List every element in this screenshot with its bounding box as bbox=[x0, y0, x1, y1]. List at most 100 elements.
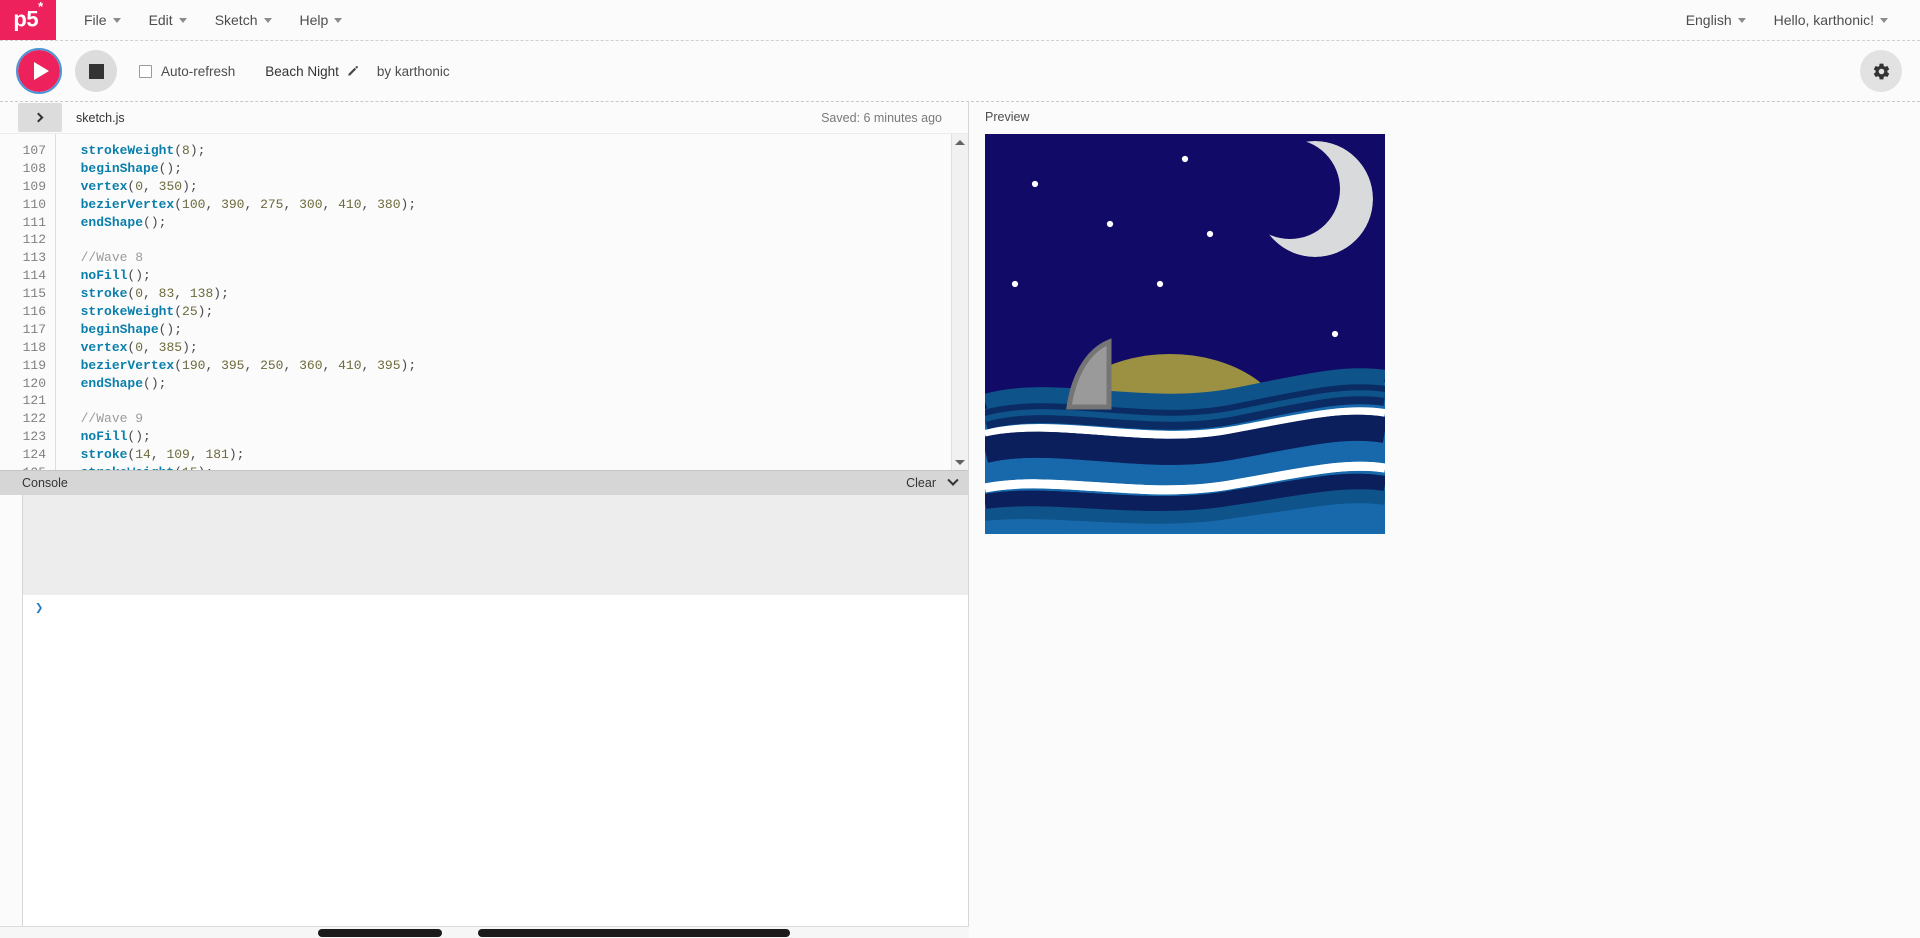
code-line[interactable]: bezierVertex(100, 390, 275, 300, 410, 38… bbox=[65, 196, 951, 214]
code-line[interactable]: //Wave 8 bbox=[65, 249, 951, 267]
code-line[interactable]: strokeWeight(25); bbox=[65, 303, 951, 321]
code-line[interactable]: beginShape(); bbox=[65, 160, 951, 178]
stop-button[interactable] bbox=[75, 50, 117, 92]
preview-column: Preview bbox=[969, 102, 1920, 938]
code-line[interactable]: strokeWeight(8); bbox=[65, 142, 951, 160]
code-line[interactable] bbox=[65, 231, 951, 249]
console-input-row[interactable]: ❯ bbox=[22, 595, 968, 938]
line-number: 123 bbox=[22, 429, 46, 445]
play-icon bbox=[33, 62, 49, 80]
sidebar-toggle-button[interactable] bbox=[18, 103, 62, 132]
code-line[interactable]: noFill(); bbox=[65, 267, 951, 285]
line-number: 115 bbox=[22, 286, 46, 302]
code-scroll-region[interactable]: 107 108 109 110 111 112 113 114 115 116 117 118 119 1… bbox=[0, 134, 951, 470]
account-menu[interactable]: Hello, karthonic! bbox=[1760, 0, 1902, 41]
sketch-name-group[interactable]: Beach Night bbox=[265, 64, 359, 79]
line-number: 109 bbox=[22, 178, 46, 194]
code-token: beginShape bbox=[80, 321, 159, 337]
code-token: , bbox=[361, 357, 378, 373]
console-clear-group[interactable]: Clear bbox=[906, 474, 959, 490]
menu-help[interactable]: Help bbox=[286, 0, 357, 41]
code-line[interactable]: bezierVertex(190, 395, 250, 360, 410, 39… bbox=[65, 357, 951, 375]
code-token: , bbox=[322, 196, 339, 212]
code-line[interactable] bbox=[65, 392, 951, 410]
sketch-canvas-container[interactable] bbox=[985, 134, 1385, 534]
code-line[interactable]: stroke(14, 109, 181); bbox=[65, 446, 951, 464]
account-label: Hello, karthonic! bbox=[1773, 12, 1874, 28]
menu-sketch[interactable]: Sketch bbox=[201, 0, 286, 41]
code-token: endShape bbox=[80, 375, 144, 391]
gear-icon bbox=[1873, 63, 1889, 79]
star bbox=[1106, 220, 1114, 228]
code-token: 138 bbox=[189, 286, 214, 302]
code-line[interactable]: vertex(0, 385); bbox=[65, 339, 951, 357]
language-selector[interactable]: English bbox=[1672, 0, 1760, 41]
run-button[interactable] bbox=[16, 48, 62, 94]
auto-refresh-toggle[interactable]: Auto-refresh bbox=[139, 64, 235, 79]
page-horizontal-scrollbar[interactable] bbox=[0, 926, 969, 938]
code-line[interactable]: //Wave 9 bbox=[65, 410, 951, 428]
code-token: , bbox=[174, 286, 190, 302]
code-token: vertex bbox=[80, 178, 128, 194]
menu-file[interactable]: File bbox=[70, 0, 135, 41]
menu-edit[interactable]: Edit bbox=[135, 0, 201, 41]
chevron-down-icon bbox=[178, 17, 187, 23]
chevron-down-icon bbox=[1880, 17, 1888, 23]
tab-sketch-js[interactable]: sketch.js bbox=[62, 102, 139, 133]
code-token: ( bbox=[174, 357, 183, 373]
code-editor[interactable]: 107 108 109 110 111 112 113 114 115 116 117 118 119 1… bbox=[0, 134, 968, 470]
code-token: 275 bbox=[260, 196, 284, 212]
stop-icon bbox=[88, 63, 104, 79]
p5-logo[interactable]: p5* bbox=[0, 0, 56, 40]
star bbox=[1331, 330, 1339, 338]
code-token: 0 bbox=[135, 339, 144, 355]
code-token: 250 bbox=[260, 357, 284, 373]
code-token: strokeWeight bbox=[81, 465, 175, 470]
menu-edit-label: Edit bbox=[148, 12, 173, 28]
code-token: 395 bbox=[377, 357, 401, 373]
code-token: 395 bbox=[221, 357, 245, 373]
code-line[interactable]: strokeWeight(15); bbox=[65, 464, 951, 470]
auto-refresh-checkbox[interactable] bbox=[139, 64, 152, 78]
console-clear-button[interactable]: Clear bbox=[906, 476, 936, 490]
code-token: (); bbox=[143, 214, 167, 230]
chevron-down-icon[interactable] bbox=[947, 474, 959, 486]
code-line[interactable]: noFill(); bbox=[65, 428, 951, 446]
menu-file-label: File bbox=[84, 12, 107, 28]
settings-button[interactable] bbox=[1860, 50, 1902, 92]
star bbox=[1011, 280, 1019, 288]
code-token: , bbox=[205, 196, 222, 212]
code-content[interactable]: strokeWeight(8); beginShape(); vertex(0,… bbox=[56, 134, 951, 470]
code-token: bezierVertex bbox=[80, 357, 175, 373]
code-line[interactable]: beginShape(); bbox=[65, 321, 951, 339]
top-navigation-bar: p5* File Edit Sketch Help English Hello,… bbox=[0, 0, 1920, 41]
console-header[interactable]: Console Clear bbox=[0, 470, 968, 495]
sketch-canvas[interactable] bbox=[985, 134, 1385, 534]
star bbox=[1206, 230, 1214, 238]
code-token: , bbox=[143, 339, 159, 355]
scrollbar-thumb-left[interactable] bbox=[318, 929, 442, 937]
code-token: 385 bbox=[158, 339, 183, 355]
editor-column: sketch.js Saved: 6 minutes ago 107 108 109… bbox=[0, 102, 969, 938]
code-token: bezierVertex bbox=[80, 196, 175, 212]
code-token: , bbox=[143, 286, 159, 302]
code-line[interactable]: endShape(); bbox=[65, 375, 951, 393]
pencil-icon[interactable] bbox=[346, 65, 359, 78]
code-token: beginShape bbox=[80, 160, 159, 176]
line-number: 118 bbox=[22, 339, 46, 355]
code-line[interactable]: endShape(); bbox=[65, 214, 951, 232]
code-line[interactable]: stroke(0, 83, 138); bbox=[65, 285, 951, 303]
code-token: ); bbox=[197, 304, 214, 320]
scroll-down-arrow[interactable] bbox=[952, 454, 969, 470]
scrollbar-thumb-right[interactable] bbox=[478, 929, 790, 937]
code-token: 14 bbox=[135, 447, 151, 463]
code-token: , bbox=[205, 357, 222, 373]
scrollbar-track[interactable] bbox=[952, 150, 969, 454]
code-token: , bbox=[143, 178, 159, 194]
code-token: noFill bbox=[80, 429, 128, 445]
code-token: 380 bbox=[377, 196, 401, 212]
code-line[interactable]: vertex(0, 350); bbox=[65, 178, 951, 196]
editor-vertical-scrollbar[interactable] bbox=[951, 134, 968, 470]
line-number-gutter: 107 108 109 110 111 112 113 114 115 116 117 118 119 1… bbox=[0, 134, 56, 470]
scroll-up-arrow[interactable] bbox=[952, 134, 969, 150]
